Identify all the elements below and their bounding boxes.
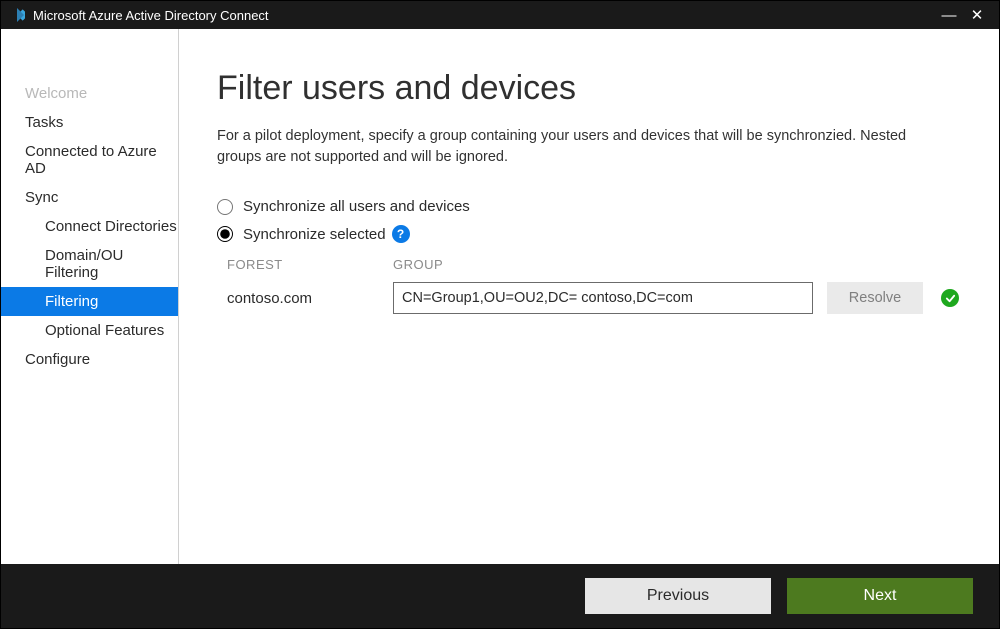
page-title: Filter users and devices [217, 69, 959, 108]
azure-ad-connect-logo-icon [9, 7, 25, 23]
sidebar-item-optional-features[interactable]: Optional Features [1, 316, 178, 345]
radio-sync-selected[interactable] [217, 226, 233, 242]
sidebar-item-filtering[interactable]: Filtering [1, 287, 178, 316]
main-content: Filter users and devices For a pilot dep… [179, 29, 999, 564]
sidebar-item-configure[interactable]: Configure [1, 345, 178, 374]
sidebar-item-connect-directories[interactable]: Connect Directories [1, 212, 178, 241]
previous-button[interactable]: Previous [585, 578, 771, 614]
next-button[interactable]: Next [787, 578, 973, 614]
close-button[interactable]: ✕ [963, 6, 991, 24]
header-group: GROUP [393, 257, 813, 272]
title-bar: Microsoft Azure Active Directory Connect… [1, 1, 999, 29]
header-forest: FOREST [227, 257, 393, 272]
option-sync-all-label: Synchronize all users and devices [243, 198, 470, 215]
help-icon[interactable]: ? [392, 225, 410, 243]
group-input[interactable] [393, 282, 813, 314]
wizard-footer: Previous Next [1, 564, 999, 628]
filter-row: contoso.com Resolve [227, 282, 959, 314]
sidebar-item-connected-to-azure-ad[interactable]: Connected to Azure AD [1, 137, 178, 183]
sidebar-item-welcome: Welcome [1, 79, 178, 108]
grid-headers: FOREST GROUP [227, 257, 959, 272]
sidebar-item-tasks[interactable]: Tasks [1, 108, 178, 137]
resolve-button[interactable]: Resolve [827, 282, 923, 314]
app-window: Microsoft Azure Active Directory Connect… [0, 0, 1000, 629]
minimize-button[interactable]: — [935, 7, 963, 24]
wizard-sidebar: Welcome Tasks Connected to Azure AD Sync… [1, 29, 179, 564]
option-sync-selected-label: Synchronize selected [243, 226, 386, 243]
sidebar-item-domain-ou-filtering[interactable]: Domain/OU Filtering [1, 241, 178, 287]
filter-grid: FOREST GROUP contoso.com Resolve [227, 257, 959, 314]
option-sync-all[interactable]: Synchronize all users and devices [217, 198, 959, 215]
window-title: Microsoft Azure Active Directory Connect [33, 8, 935, 23]
page-description: For a pilot deployment, specify a group … [217, 126, 937, 168]
forest-value: contoso.com [227, 290, 393, 307]
check-success-icon [941, 289, 959, 307]
radio-sync-all[interactable] [217, 199, 233, 215]
option-sync-selected[interactable]: Synchronize selected ? [217, 225, 959, 243]
sidebar-item-sync[interactable]: Sync [1, 183, 178, 212]
window-body: Welcome Tasks Connected to Azure AD Sync… [1, 29, 999, 564]
